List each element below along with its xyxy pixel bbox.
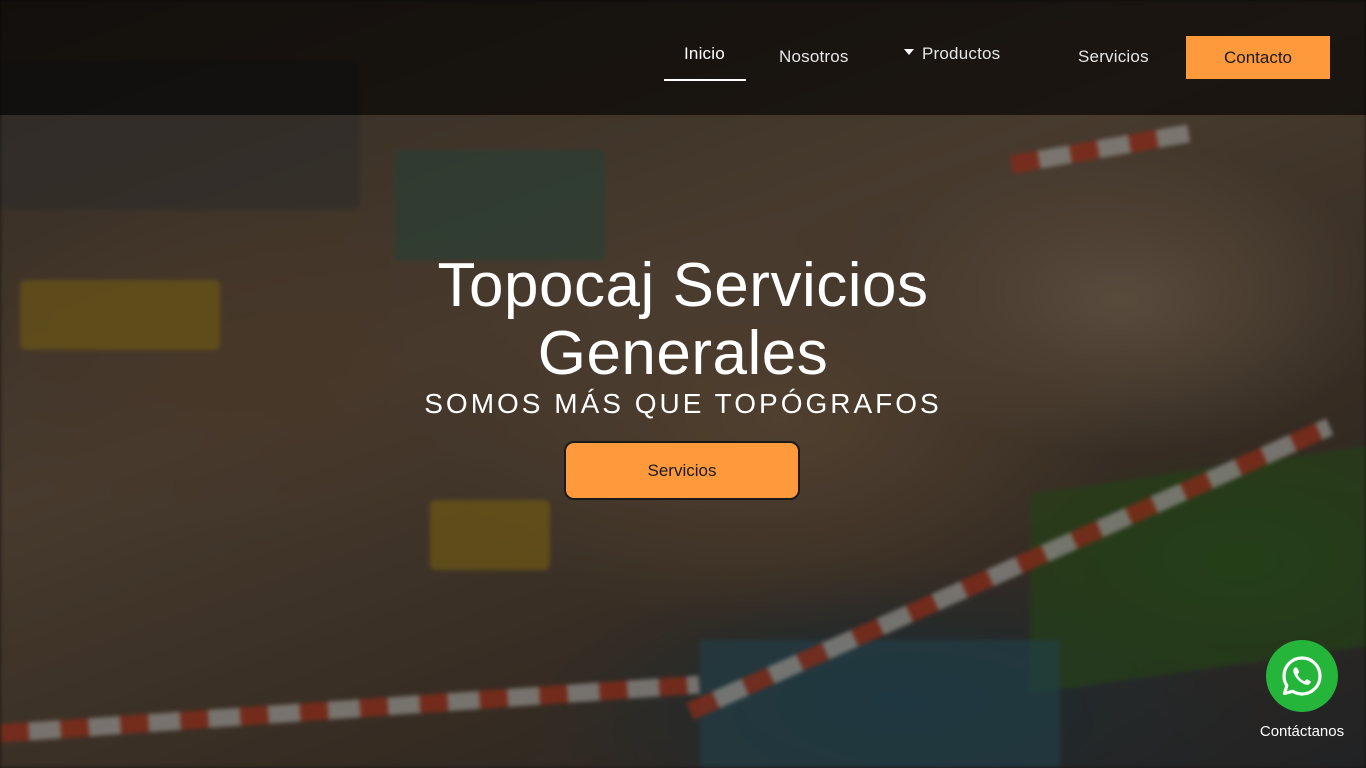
nav-item-servicios[interactable]: Servicios <box>1078 47 1149 67</box>
hero-title-line-2: Generales <box>537 318 829 388</box>
hero-title: Topocaj Servicios Generales <box>0 250 1366 388</box>
nav-item-productos-label: Productos <box>922 44 1001 63</box>
caret-down-icon <box>904 49 914 55</box>
whatsapp-icon <box>1282 656 1322 696</box>
whatsapp-button[interactable] <box>1266 640 1338 712</box>
services-cta-button[interactable]: Servicios <box>564 441 800 500</box>
nav-item-productos[interactable]: Productos <box>904 44 1000 64</box>
hero-title-line-1: Topocaj Servicios <box>437 250 929 320</box>
nav-item-inicio[interactable]: Inicio <box>684 44 725 64</box>
nav-item-nosotros[interactable]: Nosotros <box>779 47 849 67</box>
main-nav: Inicio Nosotros Productos Servicios Cont… <box>0 0 1366 115</box>
nav-active-indicator <box>664 79 746 81</box>
contact-button[interactable]: Contacto <box>1186 36 1330 79</box>
hero-subtitle: SOMOS MÁS QUE TOPÓGRAFOS <box>424 388 942 419</box>
whatsapp-label: Contáctanos <box>1259 723 1345 740</box>
